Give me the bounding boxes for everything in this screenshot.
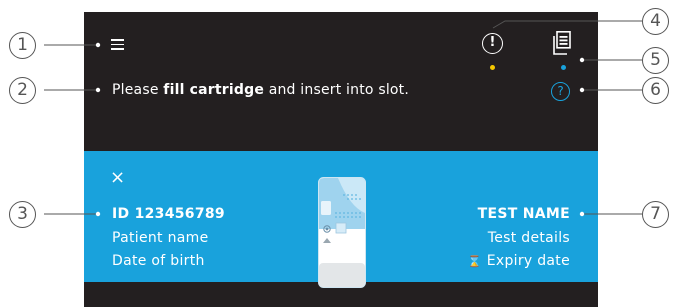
callout-6: 6 [642,77,669,104]
callout-5: 5 [642,47,669,74]
callout-leaders [44,20,642,217]
callout-1: 1 [9,32,36,59]
callout-7: 7 [642,201,669,228]
callout-4: 4 [642,8,669,35]
callout-2: 2 [9,77,36,104]
callout-3: 3 [9,201,36,228]
